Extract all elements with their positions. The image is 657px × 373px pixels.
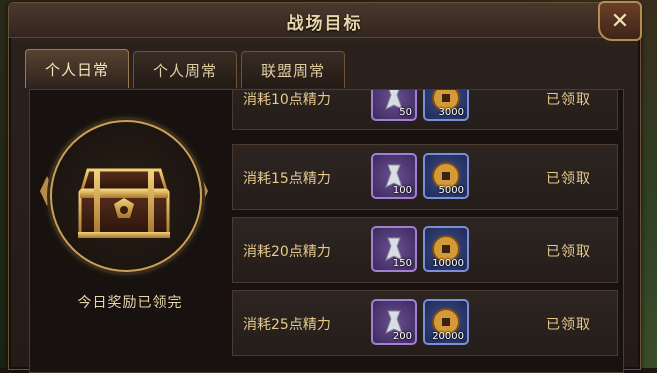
- title-bar: 战场目标 ✕: [9, 1, 642, 41]
- claimed-status: 已领取: [546, 244, 591, 260]
- claimed-status: 已领取: [546, 317, 591, 333]
- task-row: 消耗25点精力 200 20000 已领取: [232, 290, 618, 356]
- copper-coin-icon[interactable]: 5000: [423, 153, 469, 199]
- copper-coin-icon[interactable]: 3000: [423, 90, 469, 121]
- task-label: 消耗10点精力: [243, 92, 331, 108]
- claimed-status: 已领取: [546, 92, 591, 108]
- silver-token-icon[interactable]: 100: [371, 153, 417, 199]
- copper-coin-icon[interactable]: 10000: [423, 226, 469, 272]
- tab-personal-daily[interactable]: 个人日常: [25, 49, 129, 88]
- tab-bar: 个人日常 个人周常 联盟周常: [25, 49, 345, 89]
- silver-token-icon[interactable]: 150: [371, 226, 417, 272]
- item-quantity: 50: [399, 107, 412, 118]
- daily-reward-panel: 今日奖励已领完: [30, 90, 230, 372]
- window-title: 战场目标: [286, 14, 363, 34]
- item-quantity: 150: [392, 258, 412, 269]
- game-world-edge: [639, 0, 657, 368]
- task-row: 消耗20点精力 150 10000 已领取: [232, 217, 618, 283]
- reward-status-text: 今日奖励已领完: [77, 295, 183, 311]
- item-quantity: 100: [392, 185, 412, 196]
- silver-token-icon[interactable]: 50: [371, 90, 417, 121]
- item-quantity: 200: [392, 331, 412, 342]
- close-icon: ✕: [610, 8, 630, 34]
- item-quantity: 5000: [438, 185, 464, 196]
- battlefield-goals-window: 战场目标 ✕ 个人日常 个人周常 联盟周常 今日奖励已领完 消耗10点精力 50…: [8, 1, 642, 373]
- tab-content: 今日奖励已领完 消耗10点精力 50 3000 已领取 消耗15点精力 100 …: [29, 89, 624, 373]
- task-label: 消耗15点精力: [243, 171, 331, 187]
- task-row: 消耗10点精力 50 3000 已领取: [232, 90, 618, 130]
- close-button[interactable]: ✕: [598, 1, 642, 41]
- copper-coin-icon[interactable]: 20000: [423, 299, 469, 345]
- tab-alliance-weekly[interactable]: 联盟周常: [241, 51, 345, 88]
- item-quantity: 10000: [432, 258, 464, 269]
- task-label: 消耗20点精力: [243, 244, 331, 260]
- task-row: 消耗15点精力 100 5000 已领取: [232, 144, 618, 210]
- treasure-chest-icon[interactable]: [74, 160, 174, 248]
- silver-token-icon[interactable]: 200: [371, 299, 417, 345]
- claimed-status: 已领取: [546, 171, 591, 187]
- item-quantity: 20000: [432, 331, 464, 342]
- task-list[interactable]: 消耗10点精力 50 3000 已领取 消耗15点精力 100 5000 已领取…: [232, 90, 618, 372]
- tab-personal-weekly[interactable]: 个人周常: [133, 51, 237, 88]
- task-label: 消耗25点精力: [243, 317, 331, 333]
- item-quantity: 3000: [438, 107, 464, 118]
